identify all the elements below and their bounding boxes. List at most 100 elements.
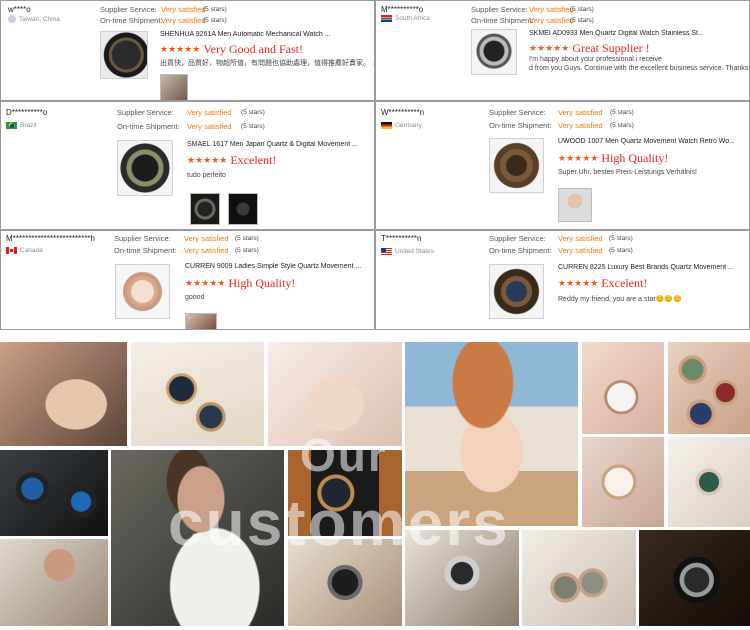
supplier-service-stars: (5 stars) [235, 235, 259, 242]
gallery-photo[interactable] [668, 437, 750, 527]
gallery-photo[interactable] [288, 450, 402, 536]
product-title[interactable]: CURREN 9009 Ladies Simple Style Quartz M… [185, 263, 371, 270]
ontime-shipment-value: Very satisfied [558, 121, 603, 130]
reviewer-name: M**********o [381, 5, 424, 14]
product-thumbnail[interactable] [117, 140, 173, 196]
product-title[interactable]: UWOOD 1007 Men Quartz Movement Watch Ret… [558, 138, 746, 145]
gallery-photo[interactable] [582, 437, 664, 527]
supplier-service-label: Supplier Service: [471, 5, 528, 14]
rating-text: Great Supplier ! [572, 41, 650, 55]
review-rating: ★★★★★ Excelent! [187, 153, 276, 168]
ontime-shipment-label: On-time Shipment: [117, 122, 180, 131]
reviewer-name: w****o [8, 5, 31, 14]
supplier-service-stars: (5 stars) [203, 6, 227, 13]
rating-stars: ★★★★★ [558, 278, 599, 288]
reviewer-name: D**********o [6, 108, 48, 117]
supplier-service-value: Very satisfied [161, 5, 206, 14]
supplier-service-value: Very satisfied [558, 108, 603, 117]
flag-icon [381, 248, 392, 255]
review-comment: 出貨快，品質好，物超所值，有問題也協助處理，值得推薦好賣家。 👍 [160, 60, 375, 67]
rating-text: Excelent! [601, 276, 648, 290]
product-thumbnail[interactable] [489, 264, 544, 319]
gallery-photo[interactable] [582, 342, 664, 434]
supplier-service-value: Very satisfied [184, 234, 229, 243]
ontime-shipment-stars: (5 stars) [203, 17, 227, 24]
product-thumbnail[interactable] [471, 29, 517, 75]
supplier-service-value: Very satisfied [529, 5, 574, 14]
review-rating: ★★★★★ High Quality! [558, 151, 668, 166]
review-rating: ★★★★★ Very Good and Fast! [160, 42, 303, 57]
review-comment: goood [185, 294, 205, 301]
gallery-photo[interactable] [268, 342, 402, 446]
review-photo[interactable] [190, 193, 220, 225]
ontime-shipment-stars: (5 stars) [609, 247, 633, 254]
review-card: w****o Taiwan, China Supplier Service: V… [0, 0, 375, 101]
gallery-photo[interactable] [131, 342, 264, 446]
ontime-shipment-stars: (5 stars) [610, 122, 634, 129]
product-thumbnail[interactable] [100, 31, 148, 79]
review-comment: tudo perfeito [187, 172, 226, 179]
gallery-photo[interactable] [0, 450, 108, 536]
gallery-photo[interactable] [0, 342, 127, 446]
rating-text: High Quality! [601, 151, 669, 165]
rating-text: Very Good and Fast! [203, 42, 303, 56]
gallery-photo[interactable] [405, 342, 578, 526]
gallery-photo[interactable] [522, 530, 636, 626]
ontime-shipment-label: On-time Shipment: [100, 16, 163, 25]
review-rating: ★★★★★ Excelent! [558, 276, 647, 291]
ontime-shipment-stars: (5 stars) [241, 123, 265, 130]
gallery-photo[interactable] [405, 530, 519, 626]
ontime-shipment-value: Very satisfied [184, 246, 229, 255]
ontime-shipment-label: On-time Shipment: [489, 121, 552, 130]
product-title[interactable]: SKMEI AD0933 Men Quartz Digital Watch St… [529, 30, 744, 37]
rating-stars: ★★★★★ [558, 153, 599, 163]
ontime-shipment-label: On-time Shipment: [489, 246, 552, 255]
gallery-photo[interactable] [111, 450, 284, 626]
review-rating: ★★★★★ High Quality! [185, 276, 295, 291]
reviewer-country: Taiwan, China [8, 15, 60, 23]
gallery-photo[interactable] [0, 539, 108, 626]
review-card: D**********o Brazil Supplier Service: Ve… [0, 101, 375, 230]
rating-stars: ★★★★★ [160, 44, 201, 54]
review-card: T**********n United States Supplier Serv… [375, 230, 750, 330]
gallery-photo[interactable] [288, 539, 402, 626]
reviewer-country: South Africa [381, 15, 430, 22]
review-photo[interactable] [185, 313, 217, 329]
reviewer-country: Brazil [6, 122, 36, 129]
supplier-service-stars: (5 stars) [241, 109, 265, 116]
gallery-photo[interactable] [639, 530, 750, 626]
supplier-service-label: Supplier Service: [489, 234, 546, 243]
reviewer-country: Canada [6, 247, 43, 254]
ontime-shipment-stars: (5 stars) [235, 247, 259, 254]
product-thumbnail[interactable] [489, 138, 544, 193]
reviewer-name: M*************************h [6, 234, 95, 243]
product-title[interactable]: CURREN 8225 Luxury Best Brands Quartz Mo… [558, 264, 746, 271]
review-photo[interactable] [228, 193, 258, 225]
ontime-shipment-label: On-time Shipment: [114, 246, 177, 255]
flag-icon [8, 15, 16, 23]
supplier-service-value: Very satisfied [187, 108, 232, 117]
review-photo[interactable] [160, 74, 188, 100]
rating-text: High Quality! [228, 276, 296, 290]
ontime-shipment-value: Very satisfied [161, 16, 206, 25]
review-comment: Super Uhr, bestes Preis-Leistungs Verhäl… [558, 169, 697, 176]
supplier-service-label: Supplier Service: [489, 108, 546, 117]
rating-text: Excelent! [230, 153, 277, 167]
product-thumbnail[interactable] [115, 264, 170, 319]
reviews-section: w****o Taiwan, China Supplier Service: V… [0, 0, 750, 330]
review-rating: ★★★★★ Great Supplier ! [529, 41, 650, 56]
product-title[interactable]: SMAEL 1617 Men Japan Quartz & Digital Mo… [187, 141, 369, 148]
review-photo[interactable] [558, 188, 592, 222]
ontime-shipment-value: Very satisfied [558, 246, 603, 255]
ontime-shipment-stars: (5 stars) [570, 17, 594, 24]
customer-photo-gallery: Our customers [0, 336, 750, 630]
reviewer-country: United States [381, 248, 434, 255]
review-card: M*************************h Canada Suppl… [0, 230, 375, 330]
flag-icon [381, 122, 392, 129]
product-title[interactable]: SHENHUA 9261A Men Automatic Mechanical W… [160, 31, 370, 38]
gallery-photo[interactable] [668, 342, 750, 434]
reviewer-country: Germany [381, 122, 422, 129]
flag-icon [6, 122, 17, 129]
rating-stars: ★★★★★ [187, 155, 228, 165]
supplier-service-stars: (5 stars) [609, 235, 633, 242]
